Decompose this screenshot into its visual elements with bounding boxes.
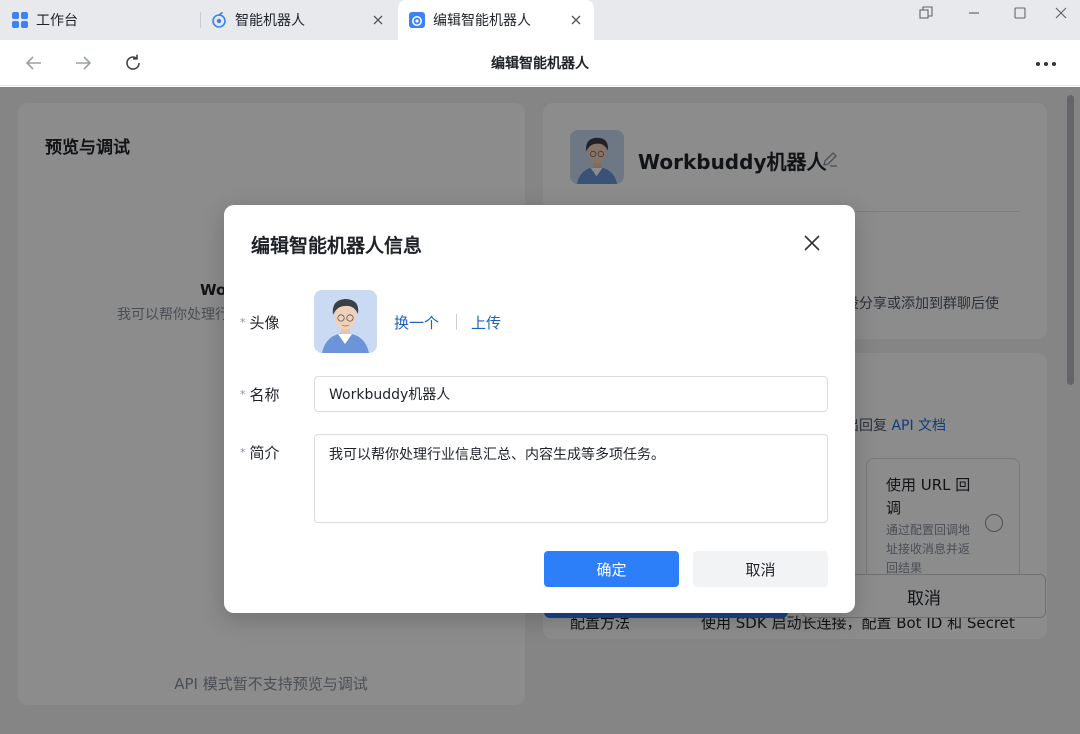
required-mark: * — [240, 388, 246, 401]
avatar — [314, 290, 377, 353]
avatar-label-text: 头像 — [249, 314, 280, 332]
robot-icon — [409, 12, 425, 28]
name-field[interactable] — [314, 376, 828, 412]
change-avatar-link[interactable]: 换一个 — [394, 312, 439, 333]
dialog-cancel-button[interactable]: 取消 — [693, 551, 828, 587]
navigation-bar: 编辑智能机器人 — [0, 40, 1080, 86]
maximize-icon[interactable] — [1008, 2, 1032, 24]
close-icon[interactable] — [370, 12, 386, 28]
tab-label: 编辑智能机器人 — [433, 13, 531, 29]
grid-icon — [12, 12, 28, 28]
tab-label: 工作台 — [36, 13, 78, 29]
description-label: * 简介 — [240, 442, 280, 463]
close-icon[interactable] — [802, 233, 822, 253]
tab-workbench[interactable]: 工作台 — [0, 0, 200, 40]
description-field[interactable]: 我可以帮你处理行业信息汇总、内容生成等多项任务。 — [314, 434, 828, 523]
upload-avatar-link[interactable]: 上传 — [471, 312, 501, 333]
tab-smart-robot[interactable]: 智能机器人 — [200, 0, 396, 40]
dialog-title: 编辑智能机器人信息 — [251, 235, 423, 257]
divider — [456, 314, 457, 330]
name-label-text: 名称 — [249, 386, 280, 404]
page-title: 编辑智能机器人 — [491, 56, 589, 72]
confirm-button[interactable]: 确定 — [544, 551, 679, 587]
required-mark: * — [240, 316, 246, 329]
required-mark: * — [240, 446, 246, 459]
tab-strip: 工作台 智能机器人 编辑智能机器人 — [0, 0, 1080, 40]
window-close-icon[interactable] — [1049, 2, 1073, 24]
more-icon[interactable] — [1034, 52, 1058, 76]
name-label: * 名称 — [240, 384, 280, 405]
close-icon[interactable] — [568, 12, 584, 28]
avatar-label: * 头像 — [240, 312, 280, 333]
restore-icon[interactable] — [914, 2, 938, 24]
tab-edit-robot[interactable]: 编辑智能机器人 — [398, 0, 594, 40]
minimize-icon[interactable] — [962, 2, 986, 24]
tab-label: 智能机器人 — [235, 13, 305, 29]
robot-icon — [212, 12, 226, 28]
edit-bot-dialog: 编辑智能机器人信息 *头像 换一个 上传 *名称 *简介 我可以帮你处理行业信息… — [224, 205, 855, 613]
description-label-text: 简介 — [249, 444, 280, 462]
